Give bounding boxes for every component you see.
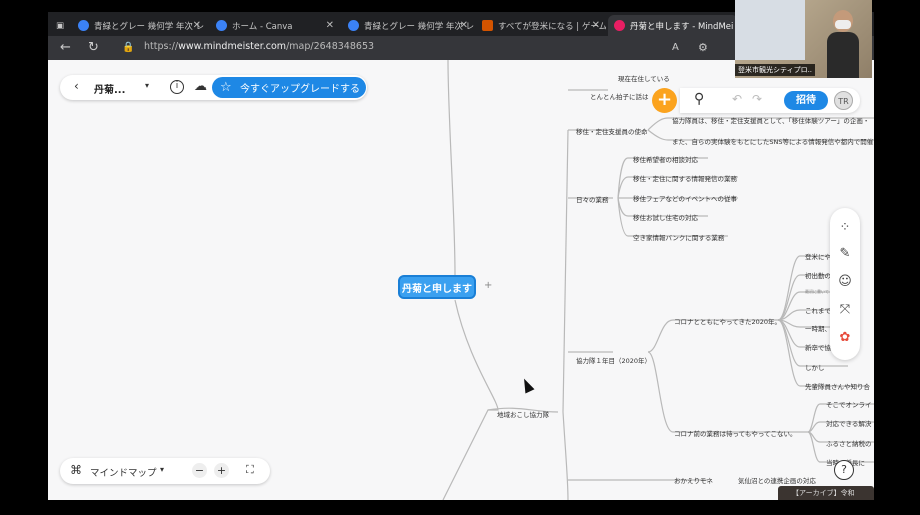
site-icon (482, 20, 493, 31)
lock-icon[interactable]: 🔒 (122, 42, 134, 53)
canva-icon (216, 20, 227, 31)
connector-spine (562, 129, 569, 413)
node-tonton[interactable]: とんとん拍子に話は (590, 91, 649, 101)
connect-icon[interactable]: ⤧ (837, 302, 853, 318)
style-panel: ⁘ ✎ ☺ ⤧ ✿ (830, 208, 860, 360)
node-daily-2[interactable]: 移住・定住に関する情報発信の業務 (633, 173, 737, 183)
layout-icon[interactable]: ⁘ (837, 220, 853, 236)
map-title[interactable]: 丹菊... (94, 81, 125, 96)
node-chiiki[interactable]: 地域おこし協力隊 (497, 409, 549, 419)
chevron-down-icon[interactable]: ▾ (160, 465, 164, 474)
zoom-in-button[interactable]: + (214, 463, 229, 478)
tab-2[interactable]: ホーム - Canva ✕ (210, 15, 340, 36)
node-okaeri[interactable]: おかえりモネ (674, 475, 713, 485)
add-topic-button[interactable]: + (652, 88, 677, 113)
archive-thumbnail[interactable]: 【アーカイブ】令和 (778, 486, 874, 500)
view-controls: ⌘ マインドマップ ▾ − + ⛶ (60, 458, 270, 484)
node-c1[interactable]: 登米にや (805, 251, 831, 261)
redo-icon[interactable]: ↷ (752, 92, 762, 106)
invite-button[interactable]: 招待 (784, 91, 828, 110)
reload-icon[interactable]: ↻ (88, 40, 99, 55)
node-c6[interactable]: 新卒で協 (805, 342, 831, 352)
node-corona[interactable]: コロナとともにやってきた2020年。 (674, 316, 781, 326)
node-year1[interactable]: 協力隊１年目（2020年） (576, 355, 651, 365)
webcam-caption: 登米市観光シティプロ.. (735, 64, 816, 76)
map-toolbar: ‹ 丹菊... ▾ i ☁ ☆ 今すぐアップグレードする (60, 75, 367, 100)
node-daily[interactable]: 日々の業務 (576, 194, 609, 204)
root-node[interactable]: 丹菊と申します (398, 275, 476, 299)
add-child-icon[interactable]: + (484, 280, 492, 291)
help-icon[interactable]: ? (834, 460, 854, 480)
highlighter-icon[interactable]: ✎ (837, 246, 853, 262)
node-prework[interactable]: コロナ前の業務は待ってもやってこない。 (674, 428, 797, 438)
tab-actions-icon[interactable]: ▣ (50, 15, 70, 36)
mindmap-canvas[interactable]: 丹菊と申します + 現在在住している とんとん拍子に話は 移住・定住支援員の使命… (48, 60, 874, 500)
node-c7[interactable]: しかし (805, 362, 825, 372)
node-mission-1[interactable]: 協力隊員は、移住・定住支援員として、「移住体験ツアー」の企画・ (672, 115, 869, 125)
right-toolbar: ⚲ ↶ ↷ 招待 TR (680, 88, 860, 113)
cloud-sync-icon[interactable]: ☁ (194, 79, 207, 94)
tab-4[interactable]: すべてが登米になる | ゲーム ✕ (476, 15, 606, 36)
browser-window: ▣ 青緑とグレー 幾何学 年次 レ ✕ ホーム - Canva ✕ 青緑とグレー… (48, 12, 874, 500)
mindmeister-icon (614, 20, 625, 31)
node-top-partial[interactable]: 現在在住している (618, 73, 670, 83)
node-daily-3[interactable]: 移住フェアなどのイベントへの従事 (633, 193, 737, 203)
node-c2[interactable]: 初出勤の (805, 270, 831, 280)
webcam-overlay: 登米市観光シティプロ.. (735, 0, 872, 78)
emoji-icon[interactable]: ☺ (837, 274, 853, 290)
node-p1[interactable]: そこでオンライ (826, 399, 872, 409)
close-icon[interactable]: ✕ (193, 20, 201, 31)
undo-icon[interactable]: ↶ (732, 92, 742, 106)
node-daily-1[interactable]: 移住希望者の相談対応 (633, 154, 698, 164)
presenter-figure (827, 10, 859, 78)
upgrade-button[interactable]: ☆ 今すぐアップグレードする (212, 77, 366, 98)
chevron-down-icon[interactable]: ▾ (145, 81, 149, 90)
extensions-icon[interactable]: ⚙ (698, 41, 708, 54)
close-icon[interactable]: ✕ (460, 20, 468, 31)
connector-up (447, 60, 456, 276)
tab-1[interactable]: 青緑とグレー 幾何学 年次 レ ✕ (72, 15, 207, 36)
back-chevron-icon[interactable]: ‹ (74, 79, 79, 93)
close-icon[interactable]: ✕ (592, 20, 600, 31)
read-aloud-icon[interactable]: A (672, 42, 679, 53)
node-daily-4[interactable]: 移住お試し住宅の対応 (633, 212, 698, 222)
search-icon[interactable]: ⚲ (694, 91, 704, 107)
star-icon: ☆ (220, 80, 232, 95)
node-daily-5[interactable]: 空き家情報バンクに関する業務 (633, 232, 724, 242)
color-palette-icon[interactable]: ✿ (837, 330, 853, 346)
node-c8[interactable]: 先輩隊員さんや知り合 (805, 381, 870, 391)
node-p2[interactable]: 対応できる解決 (826, 418, 871, 428)
node-c3[interactable]: 最初に書いて (805, 289, 829, 295)
node-c5[interactable]: 一時期、 (805, 323, 831, 333)
avatar[interactable]: TR (834, 91, 853, 110)
node-c4[interactable]: これまで (805, 305, 831, 315)
view-mode-label[interactable]: マインドマップ (90, 465, 157, 479)
url-field[interactable]: https://www.mindmeister.com/map/26483486… (144, 41, 374, 52)
back-arrow-icon[interactable]: ← (60, 40, 71, 55)
webcam-background (735, 0, 805, 60)
node-kesennuma[interactable]: 気仙沼との連携企画の対応 (738, 475, 816, 485)
fit-to-screen-icon[interactable]: ⛶ (246, 463, 254, 477)
zoom-out-button[interactable]: − (192, 463, 207, 478)
node-p3[interactable]: ふるさと納税の (826, 438, 872, 448)
canva-icon (348, 20, 359, 31)
tab-5[interactable]: 丹菊と申します - MindMei (608, 15, 738, 36)
node-mission-2[interactable]: また、自らの実体験をもとにしたSNS等による情報発信や都内で開催 (672, 136, 873, 146)
canva-icon (78, 20, 89, 31)
connector-down (442, 299, 499, 500)
tab-3[interactable]: 青緑とグレー 幾何学 年次 レ ✕ (342, 15, 474, 36)
info-icon[interactable]: i (170, 80, 184, 94)
close-icon[interactable]: ✕ (326, 20, 334, 31)
mindmap-view-icon[interactable]: ⌘ (70, 463, 82, 477)
node-mission[interactable]: 移住・定住支援員の使命 (576, 126, 648, 136)
